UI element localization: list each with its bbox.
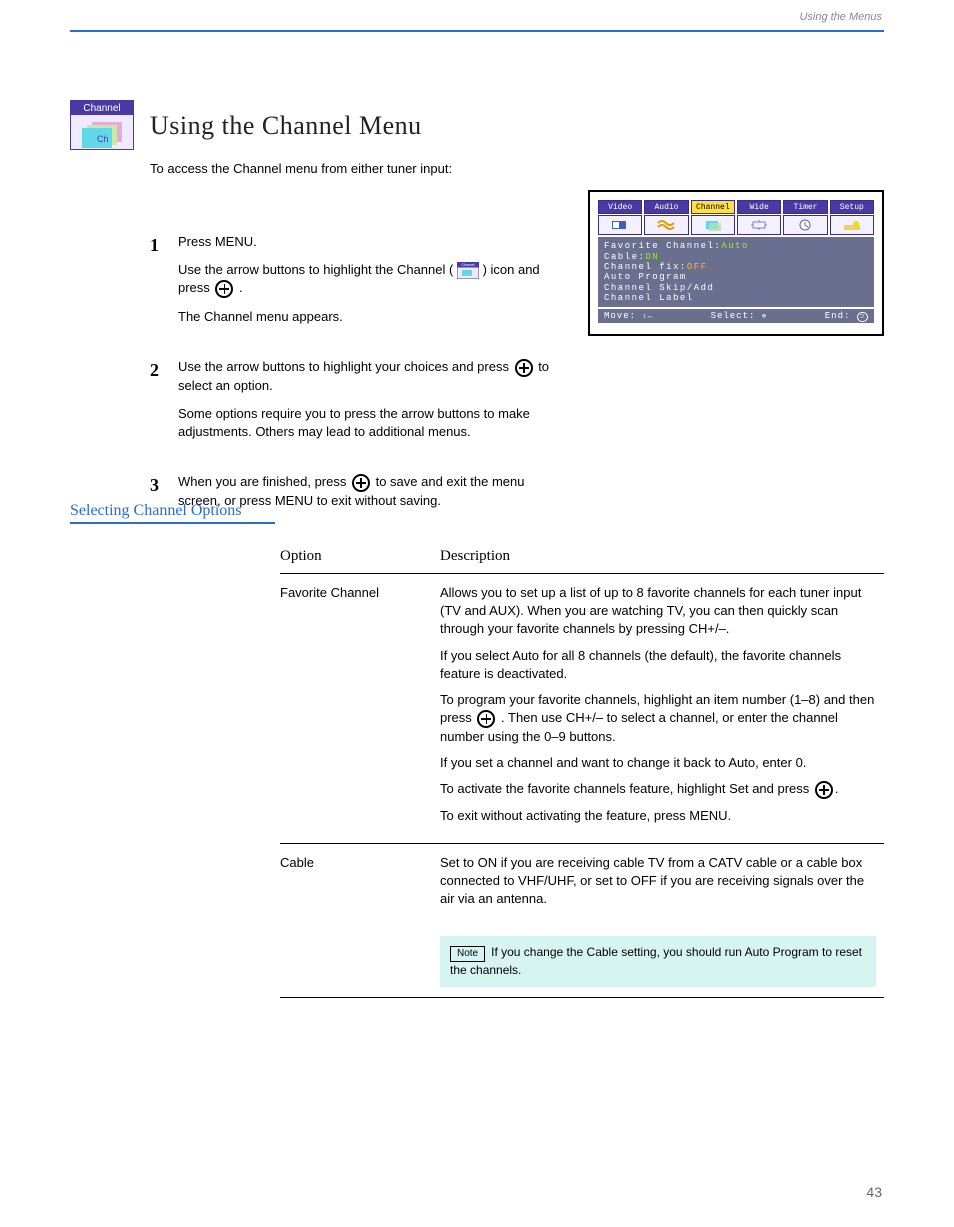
step-number: 1 — [150, 233, 178, 336]
select-button-icon — [215, 280, 233, 298]
step-line: Use the arrow buttons to highlight the C… — [178, 261, 560, 298]
table-row: Favorite ChannelAllows you to set up a l… — [280, 574, 884, 844]
note-label: Note — [450, 946, 485, 962]
option-name: Favorite Channel — [280, 574, 440, 844]
select-button-icon — [352, 474, 370, 492]
osd-line: Channel Skip/Add — [604, 283, 868, 293]
step-number: 2 — [150, 358, 178, 451]
osd-body: Favorite Channel:AutoCable:ONChannel fix… — [598, 237, 874, 307]
step-line: Use the arrow buttons to highlight your … — [178, 358, 560, 395]
section-title-rule — [70, 522, 275, 524]
option-description: Set to ON if you are receiving cable TV … — [440, 843, 884, 926]
osd-tab-setup: Setup — [830, 200, 874, 214]
step-line: Some options require you to press the ar… — [178, 405, 560, 441]
select-button-icon — [815, 781, 833, 799]
description-paragraph: To exit without activating the feature, … — [440, 807, 876, 825]
description-paragraph: Set to ON if you are receiving cable TV … — [440, 854, 876, 909]
page-number: 43 — [866, 1183, 882, 1203]
osd-tab-icons — [598, 215, 874, 235]
description-paragraph: To activate the favorite channels featur… — [440, 780, 876, 799]
description-paragraph: To program your favorite channels, highl… — [440, 691, 876, 746]
osd-line: Cable:ON — [604, 252, 868, 262]
osd-screenshot: VideoAudioChannelWideTimerSetup Favorite… — [588, 190, 884, 336]
col-option: Option — [280, 540, 440, 574]
osd-line: Channel fix:OFF — [604, 262, 868, 272]
page-heading: Using the Channel Menu — [150, 108, 422, 144]
osd-line: Channel Label — [604, 293, 868, 303]
col-description: Description — [440, 540, 884, 574]
options-table: Option Description Favorite ChannelAllow… — [280, 540, 884, 998]
svg-text:Ch: Ch — [97, 134, 109, 144]
osd-tabs: VideoAudioChannelWideTimerSetup — [598, 200, 874, 214]
top-rule — [70, 30, 884, 32]
step-body: Use the arrow buttons to highlight your … — [178, 358, 560, 451]
option-name: Cable — [280, 843, 440, 926]
note-box: NoteIf you change the Cable setting, you… — [440, 936, 876, 987]
svg-text:Channel: Channel — [83, 103, 120, 114]
steps-list: 1Press MENU. Use the arrow buttons to hig… — [150, 233, 560, 542]
step-line: The Channel menu appears. — [178, 308, 560, 326]
osd-tab-audio: Audio — [644, 200, 688, 214]
osd-line: Favorite Channel:Auto — [604, 241, 868, 251]
channel-menu-icon: Channel Ch — [70, 100, 134, 150]
select-button-icon — [515, 359, 533, 377]
osd-tab-timer: Timer — [783, 200, 827, 214]
step-line: Press MENU. — [178, 233, 560, 251]
description-paragraph: Allows you to set up a list of up to 8 f… — [440, 584, 876, 639]
chapter-header: Using the Menus — [799, 10, 882, 25]
option-description: Allows you to set up a list of up to 8 f… — [440, 574, 884, 844]
step: 2Use the arrow buttons to highlight your… — [150, 358, 560, 451]
osd-tab-channel: Channel — [691, 200, 735, 214]
osd-footer: Move: ↕↔ Select: ⊕ End: ⊃ — [598, 309, 874, 323]
osd-tab-wide: Wide — [737, 200, 781, 214]
step-body: Press MENU. Use the arrow buttons to high… — [178, 233, 560, 336]
table-row-note: NoteIf you change the Cable setting, you… — [280, 926, 884, 997]
intro-text: To access the Channel menu from either t… — [150, 160, 560, 178]
select-button-icon — [477, 710, 495, 728]
table-row: CableSet to ON if you are receiving cabl… — [280, 843, 884, 926]
description-paragraph: If you set a channel and want to change … — [440, 754, 876, 772]
description-paragraph: If you select Auto for all 8 channels (t… — [440, 647, 876, 683]
osd-line: Auto Program — [604, 272, 868, 282]
channel-menu-icon-small: Channel — [457, 262, 479, 279]
osd-tab-video: Video — [598, 200, 642, 214]
step: 1Press MENU. Use the arrow buttons to hig… — [150, 233, 560, 336]
svg-text:Channel: Channel — [461, 263, 474, 267]
